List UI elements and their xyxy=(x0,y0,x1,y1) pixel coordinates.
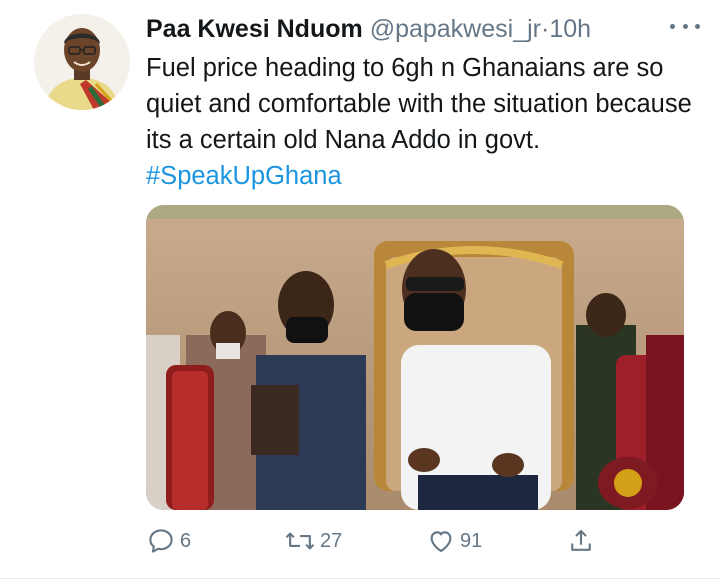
heart-icon xyxy=(430,531,452,553)
author-handle[interactable]: @papakwesi_jr xyxy=(370,15,541,43)
tweet-time[interactable]: 10h xyxy=(549,15,591,43)
retweet-icon xyxy=(285,532,315,550)
tweet-photo[interactable] xyxy=(146,205,684,510)
tweet-body-text: Fuel price heading to 6gh n Ghanaians ar… xyxy=(146,54,692,154)
more-options-button[interactable] xyxy=(670,16,700,36)
photo-scene xyxy=(146,205,684,510)
tweet-text: Fuel price heading to 6gh n Ghanaians ar… xyxy=(146,50,706,194)
like-count: 91 xyxy=(460,529,483,552)
author-avatar-image xyxy=(34,14,130,110)
share-button[interactable] xyxy=(566,524,600,558)
reply-button[interactable]: 6 xyxy=(146,524,191,558)
retweet-button[interactable]: 27 xyxy=(284,524,342,558)
hashtag-link[interactable]: #SpeakUpGhana xyxy=(146,162,342,190)
reply-count: 6 xyxy=(180,529,192,552)
like-button[interactable]: 91 xyxy=(426,524,482,558)
avatar[interactable] xyxy=(34,14,130,110)
tweet-actions: 6 27 91 xyxy=(146,524,616,558)
author-name[interactable]: Paa Kwesi Nduom xyxy=(146,15,363,43)
reply-icon xyxy=(149,529,173,553)
retweet-count: 27 xyxy=(320,529,343,552)
more-horizontal-icon xyxy=(670,23,675,29)
tweet-header: Paa Kwesi Nduom @papakwesi_jr·10h xyxy=(146,14,700,44)
share-icon xyxy=(571,529,591,551)
